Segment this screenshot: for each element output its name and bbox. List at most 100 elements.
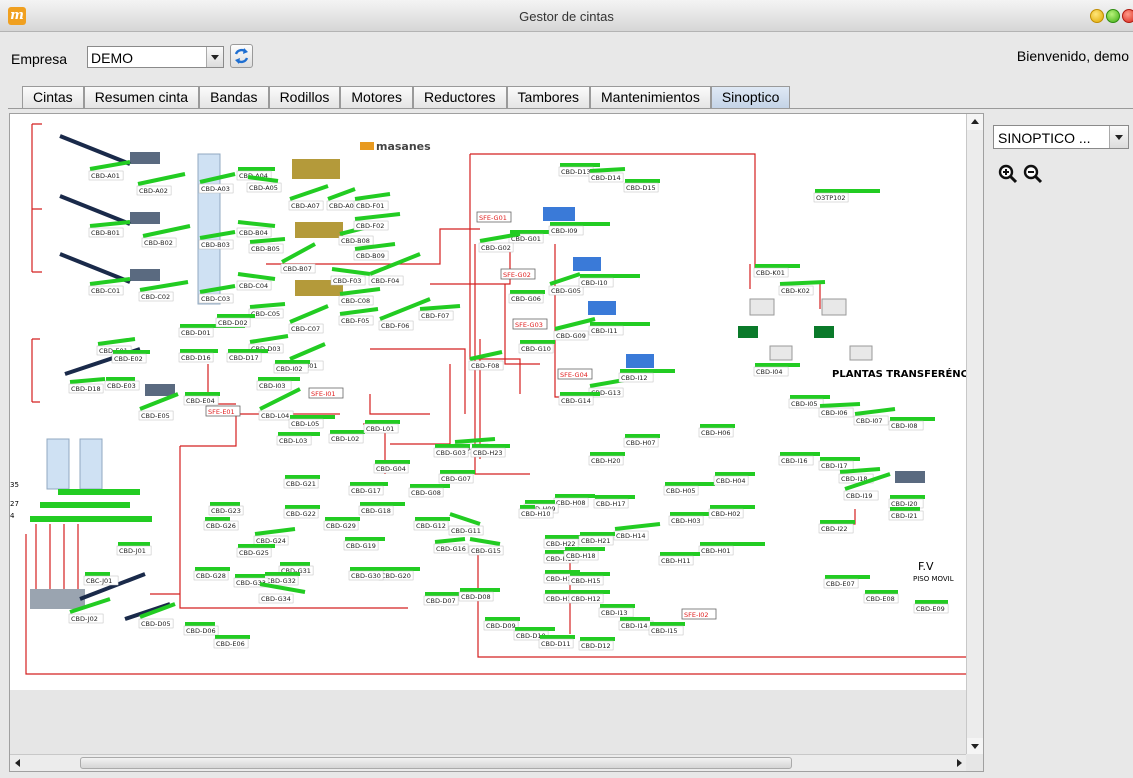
belt-label[interactable]: CBD-I04 — [756, 368, 783, 376]
conveyor-belt[interactable] — [89, 160, 131, 171]
belt-label[interactable]: CBD-D02 — [218, 319, 248, 327]
scroll-down-button[interactable] — [967, 738, 983, 754]
belt-label[interactable]: CBD-H11 — [661, 557, 691, 565]
belt-label[interactable]: CBD-G23 — [211, 507, 241, 515]
chevron-down-icon[interactable] — [1109, 126, 1128, 148]
belt-label[interactable]: CBD-C01 — [91, 287, 120, 295]
belt-label[interactable]: CBD-I13 — [601, 609, 628, 617]
conveyor-belt[interactable] — [327, 187, 356, 201]
belt-label[interactable]: CBD-F01 — [356, 202, 384, 210]
belt-label[interactable]: CBD-C03 — [201, 295, 230, 303]
belt-label[interactable]: CBD-E06 — [216, 640, 245, 648]
conveyor-belt[interactable] — [614, 522, 661, 531]
conveyor-belt[interactable] — [69, 377, 106, 384]
conveyor-belt[interactable] — [249, 302, 286, 309]
belt-label[interactable]: CBD-H08 — [556, 499, 586, 507]
belt-label[interactable]: CBD-E09 — [916, 605, 945, 613]
conveyor-belt[interactable] — [339, 307, 379, 316]
belt-label[interactable]: CBD-L05 — [291, 420, 319, 428]
conveyor-belt[interactable] — [97, 337, 136, 346]
conveyor-belt[interactable] — [249, 334, 289, 344]
belt-label[interactable]: CBD-E07 — [826, 580, 855, 588]
belt-label[interactable]: CBD-H01 — [701, 547, 731, 555]
belt-label[interactable]: CBD-H02 — [711, 510, 741, 518]
empresa-select[interactable]: DEMO — [87, 46, 224, 68]
belt-label[interactable]: CBD-G12 — [416, 522, 446, 530]
belt-label[interactable]: CBD-B08 — [341, 237, 370, 245]
belt-label[interactable]: CBD-G20 — [381, 572, 411, 580]
belt-label[interactable]: CBD-I12 — [621, 374, 648, 382]
belt-label[interactable]: CBD-I15 — [651, 627, 678, 635]
conveyor-belt[interactable] — [779, 280, 826, 286]
tab-reductores[interactable]: Reductores — [412, 86, 507, 109]
belt-label[interactable]: CBD-D05 — [141, 620, 171, 628]
belt-label[interactable]: CBD-D07 — [426, 597, 456, 605]
belt-label[interactable]: CBD-A01 — [91, 172, 120, 180]
alarm-label[interactable]: SFE-G01 — [479, 214, 507, 222]
belt-label[interactable]: CBD-H18 — [566, 552, 596, 560]
belt-label[interactable]: CBD-D18 — [71, 385, 101, 393]
belt-label[interactable]: CBD-G19 — [346, 542, 376, 550]
belt-label[interactable]: CBD-G22 — [286, 510, 316, 518]
sinoptico-select[interactable]: SINOPTICO ... — [993, 125, 1129, 149]
conveyor-belt[interactable] — [419, 304, 461, 311]
conveyor-belt[interactable] — [469, 537, 501, 546]
conveyor-belt[interactable] — [454, 437, 496, 444]
conveyor-belt[interactable] — [819, 402, 861, 408]
belt-label[interactable]: CBD-G09 — [556, 332, 586, 340]
belt-label[interactable]: CBD-G25 — [239, 549, 269, 557]
tab-mantenimientos[interactable]: Mantenimientos — [590, 86, 711, 109]
belt-label[interactable]: CBD-I16 — [781, 457, 808, 465]
conveyor-belt[interactable] — [237, 220, 276, 228]
conveyor-belt[interactable] — [142, 224, 191, 238]
belt-label[interactable]: CBD-G30 — [351, 572, 381, 580]
belt-label[interactable]: CBD-I09 — [551, 227, 578, 235]
belt-label[interactable]: CBD-I03 — [259, 382, 286, 390]
belt-label[interactable]: CBD-H17 — [596, 500, 626, 508]
belt-label[interactable]: CBC-J01 — [86, 577, 112, 585]
belt-label[interactable]: CBD-H22 — [546, 540, 576, 548]
conveyor-belt[interactable] — [339, 287, 381, 296]
conveyor-belt[interactable] — [281, 242, 316, 264]
conveyor-belt[interactable] — [139, 392, 179, 411]
conveyor-belt[interactable] — [854, 407, 896, 416]
conveyor-belt[interactable] — [237, 272, 276, 281]
alarm-label[interactable]: SFE-G03 — [515, 321, 543, 329]
belt-label[interactable]: CBD-F02 — [356, 222, 384, 230]
belt-label[interactable]: CBD-I22 — [821, 525, 848, 533]
belt-label[interactable]: CBD-D14 — [591, 174, 621, 182]
conveyor-belt[interactable] — [89, 220, 131, 228]
conveyor-belt[interactable] — [449, 512, 481, 526]
belt-label[interactable]: CBD-G05 — [551, 287, 581, 295]
tab-resumen-cinta[interactable]: Resumen cinta — [83, 86, 200, 109]
belt-label[interactable]: CBD-D11 — [541, 640, 571, 648]
belt-label[interactable]: CBD-E04 — [186, 397, 215, 405]
belt-label[interactable]: CBD-G10 — [521, 345, 551, 353]
conveyor-belt[interactable] — [254, 527, 296, 536]
belt-label[interactable]: CBD-F05 — [341, 317, 369, 325]
belt-label[interactable]: CBD-B02 — [144, 239, 173, 247]
belt-label[interactable]: CBD-G03 — [436, 449, 466, 457]
belt-label[interactable]: CBD-G08 — [411, 489, 441, 497]
belt-label[interactable]: CBD-A02 — [139, 187, 168, 195]
conveyor-belt[interactable] — [289, 184, 329, 201]
belt-label[interactable]: CBD-H05 — [666, 487, 696, 495]
close-button[interactable] — [1122, 9, 1133, 23]
belt-label[interactable]: CBD-C05 — [251, 310, 280, 318]
belt-label[interactable]: CBD-I19 — [846, 492, 873, 500]
belt-label[interactable]: CBD-G07 — [441, 475, 471, 483]
belt-label[interactable]: CBD-G11 — [451, 527, 481, 535]
belt-label[interactable]: CBD-B09 — [356, 252, 385, 260]
conveyor-belt[interactable] — [89, 277, 131, 286]
belt-label[interactable]: CBD-A08 — [329, 202, 358, 210]
horizontal-scrollbar[interactable] — [10, 754, 967, 771]
belt-label[interactable]: CBD-B03 — [201, 241, 230, 249]
belt-label[interactable]: CBD-A07 — [291, 202, 320, 210]
belt-label[interactable]: CBD-H21 — [581, 537, 611, 545]
belt-label[interactable]: CBD-G26 — [206, 522, 236, 530]
belt-label[interactable]: CBD-G02 — [481, 244, 511, 252]
refresh-button[interactable] — [230, 44, 253, 68]
belt-label[interactable]: CBD-I14 — [621, 622, 648, 630]
belt-label[interactable]: CBD-K02 — [781, 287, 810, 295]
belt-label[interactable]: CBD-F08 — [471, 362, 499, 370]
